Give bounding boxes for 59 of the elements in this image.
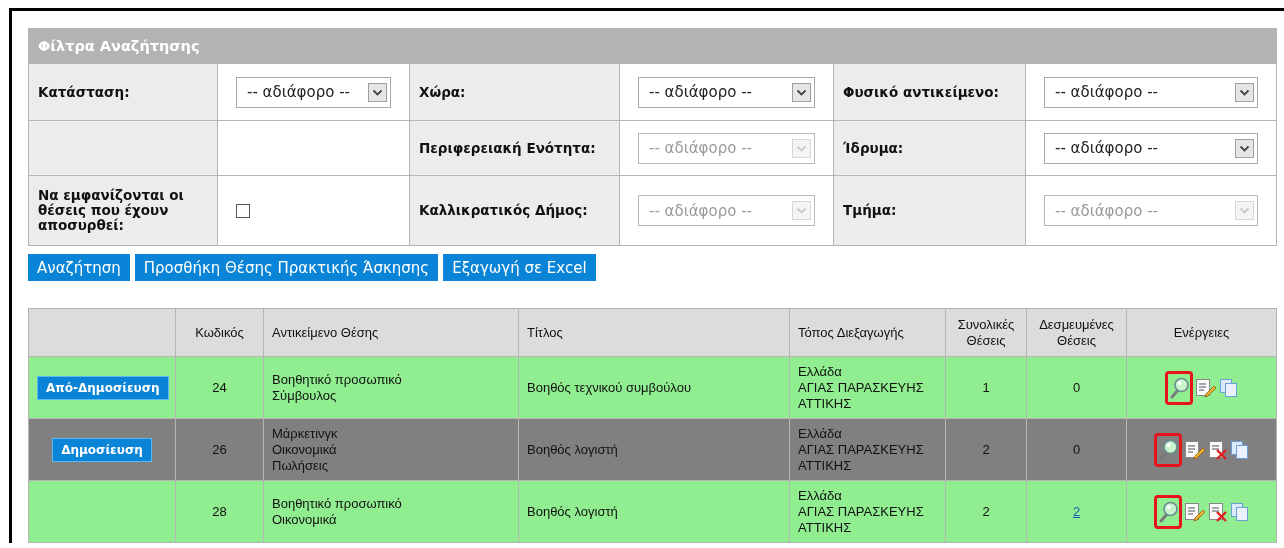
copy-icon[interactable] bbox=[1229, 501, 1250, 522]
table-cell: Βοηθός τεχνικού συμβούλου bbox=[527, 379, 691, 395]
action-button[interactable]: Αναζήτηση bbox=[28, 254, 130, 281]
caret-icon bbox=[792, 138, 811, 158]
action-button[interactable]: Εξαγωγή σε Excel bbox=[443, 254, 596, 281]
column-header: Τίτλος bbox=[527, 324, 563, 340]
copy-icon[interactable] bbox=[1229, 439, 1250, 460]
caret-icon bbox=[1235, 82, 1255, 102]
edit-icon[interactable] bbox=[1183, 439, 1206, 460]
copy-icon[interactable] bbox=[1218, 377, 1239, 398]
publish-button[interactable]: Από-Δημοσίευση bbox=[37, 375, 169, 400]
filter-label: Χώρα: bbox=[419, 83, 466, 100]
column-header: Δεσμευμένες Θέσεις bbox=[1039, 316, 1114, 348]
filter-label: Κατάσταση: bbox=[38, 83, 130, 100]
table-cell: 26 bbox=[212, 441, 227, 457]
checkbox[interactable] bbox=[236, 203, 250, 218]
column-header: Τόπος Διεξαγωγής bbox=[798, 324, 904, 340]
dropdown[interactable]: -- αδιάφορο -- bbox=[236, 76, 391, 108]
caret-icon bbox=[1235, 138, 1255, 158]
filter-label: Περιφερειακή Ενότητα: bbox=[419, 139, 596, 156]
column-header: Κωδικός bbox=[195, 324, 244, 340]
table-cell: Μάρκετινγκ Οικονομικά Πωλήσεις bbox=[272, 425, 338, 473]
edit-icon[interactable] bbox=[1194, 377, 1217, 398]
edit-icon[interactable] bbox=[1183, 501, 1206, 522]
filter-label: Να εμφανίζονται οι θέσεις που έχουν αποσυρθεί: bbox=[38, 187, 184, 233]
table-cell: 2 bbox=[982, 441, 990, 457]
panel-title: Φίλτρα Αναζήτησης bbox=[38, 38, 200, 54]
table-cell: Βοηθός λογιστή bbox=[527, 441, 618, 457]
filter-label: Ίδρυμα: bbox=[843, 139, 904, 156]
table-cell: Βοηθητικό προσωπικό Οικονομικά bbox=[272, 495, 402, 527]
delete-icon[interactable] bbox=[1207, 439, 1228, 460]
caret-icon bbox=[1235, 201, 1255, 220]
column-header: Συνολικές Θέσεις bbox=[957, 316, 1015, 348]
table-cell: 0 bbox=[1072, 379, 1081, 395]
caret-icon bbox=[792, 201, 811, 220]
table-cell: 2 bbox=[982, 503, 990, 519]
reserved-link[interactable]: 2 bbox=[1072, 503, 1081, 519]
action-button[interactable]: Προσθήκη Θέσης Πρακτικής Άσκησης bbox=[134, 254, 439, 281]
table-cell: 28 bbox=[212, 503, 227, 519]
publish-button[interactable]: Δημοσίευση bbox=[52, 437, 152, 462]
filter-label: Φυσικό αντικείμενο: bbox=[843, 83, 999, 100]
table-cell: 24 bbox=[212, 379, 227, 395]
table-cell: 0 bbox=[1072, 441, 1081, 457]
delete-icon[interactable] bbox=[1207, 501, 1228, 522]
table-cell: Βοηθός λογιστή bbox=[527, 503, 618, 519]
table-cell: Βοηθητικό προσωπικό Σύμβουλος bbox=[272, 371, 402, 403]
table-cell: Ελλάδα ΑΓΙΑΣ ΠΑΡΑΣΚΕΥΗΣ ΑΤΤΙΚΗΣ bbox=[798, 425, 924, 473]
table-cell: Ελλάδα ΑΓΙΑΣ ΠΑΡΑΣΚΕΥΗΣ ΑΤΤΙΚΗΣ bbox=[798, 363, 924, 411]
filter-label: Καλλικρατικός Δήμος: bbox=[419, 202, 588, 218]
dropdown[interactable]: -- αδιάφορο -- bbox=[1044, 76, 1259, 108]
dropdown[interactable]: -- αδιάφορο -- bbox=[638, 76, 815, 108]
table-cell: Ελλάδα ΑΓΙΑΣ ΠΑΡΑΣΚΕΥΗΣ ΑΤΤΙΚΗΣ bbox=[798, 487, 924, 535]
dropdown[interactable]: -- αδιάφορο -- bbox=[1044, 132, 1259, 164]
filter-label: Τμήμα: bbox=[843, 202, 897, 218]
caret-icon bbox=[368, 82, 387, 102]
column-header: Ενέργειες bbox=[1173, 324, 1230, 340]
table-cell: 1 bbox=[982, 379, 990, 395]
column-header: Αντικείμενο Θέσης bbox=[272, 324, 379, 340]
caret-icon bbox=[792, 82, 811, 102]
